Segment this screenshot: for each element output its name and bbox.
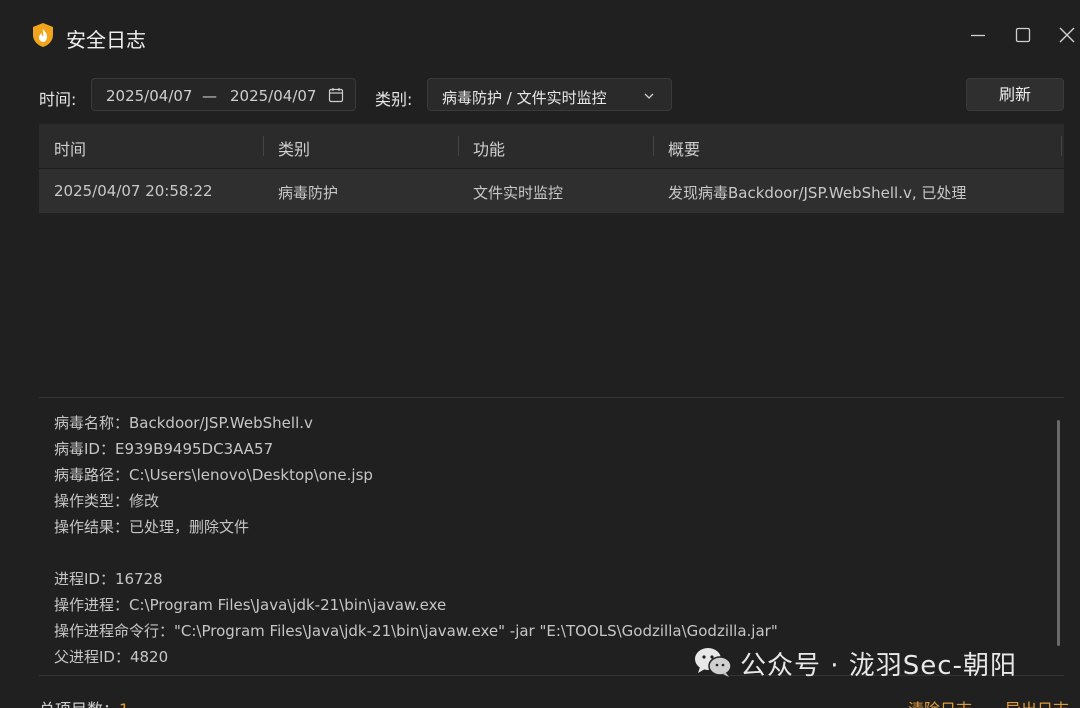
watermark-text: 公众号 · 泷羽Sec-朝阳 — [740, 651, 1017, 681]
detail-virus-id: 病毒ID：E939B9495DC3AA57 — [54, 440, 274, 458]
wechat-icon — [694, 646, 732, 682]
cell-category: 病毒防护 — [278, 184, 339, 202]
detail-virus-name: 病毒名称：Backdoor/JSP.WebShell.v — [54, 414, 313, 432]
column-divider[interactable] — [653, 136, 654, 156]
category-label: 类别: — [375, 90, 413, 109]
log-table: 时间 类别 功能 概要 2025/04/07 20:58:22 病毒防护 文件实… — [39, 124, 1064, 213]
total-label: 总项目数： — [39, 700, 119, 708]
column-header-time[interactable]: 时间 — [54, 136, 86, 160]
cell-time: 2025/04/07 20:58:22 — [54, 182, 213, 200]
date-start[interactable]: 2025/04/07 — [106, 87, 192, 105]
column-divider[interactable] — [263, 136, 264, 156]
table-row[interactable]: 2025/04/07 20:58:22 病毒防护 文件实时监控 发现病毒Back… — [39, 168, 1064, 213]
panel-divider — [39, 397, 1064, 398]
cell-function: 文件实时监控 — [473, 184, 564, 202]
detail-scrollbar[interactable] — [1057, 420, 1060, 646]
detail-cmdline: 操作进程命令行："C:\Program Files\Java\jdk-21\bi… — [54, 622, 778, 640]
maximize-icon[interactable] — [1008, 20, 1038, 50]
chevron-down-icon — [642, 89, 656, 107]
detail-op-result: 操作结果：已处理，删除文件 — [54, 518, 250, 536]
calendar-icon[interactable] — [328, 87, 344, 107]
status-bar: 总项目数：1 清除日志 导出日志 — [0, 692, 1080, 708]
filter-bar: 时间: 2025/04/07 — 2025/04/07 类别: 病毒防护 / 文… — [0, 78, 1080, 112]
table-header: 时间 类别 功能 概要 — [39, 124, 1064, 168]
watermark: 公众号 · 泷羽Sec-朝阳 — [694, 645, 1017, 682]
clear-log-link[interactable]: 清除日志 — [908, 696, 972, 708]
column-header-category[interactable]: 类别 — [278, 136, 310, 160]
window-title: 安全日志 — [66, 28, 146, 52]
category-select-value: 病毒防护 / 文件实时监控 — [442, 89, 607, 107]
date-end[interactable]: 2025/04/07 — [230, 87, 316, 105]
detail-virus-path: 病毒路径：C:\Users\lenovo\Desktop\one.jsp — [54, 466, 373, 484]
detail-panel: 病毒名称：Backdoor/JSP.WebShell.v 病毒ID：E939B9… — [54, 410, 1034, 670]
refresh-button[interactable]: 刷新 — [966, 78, 1064, 111]
column-header-function[interactable]: 功能 — [473, 136, 505, 160]
cell-summary: 发现病毒Backdoor/JSP.WebShell.v, 已处理 — [668, 184, 967, 202]
column-divider[interactable] — [458, 136, 459, 156]
time-label: 时间: — [39, 90, 77, 109]
total-value: 1 — [119, 700, 129, 708]
close-icon[interactable] — [1052, 20, 1080, 50]
total-count: 总项目数：1 — [39, 696, 129, 708]
column-header-summary[interactable]: 概要 — [668, 136, 700, 160]
detail-op-type: 操作类型：修改 — [54, 492, 160, 510]
title-bar: 安全日志 — [0, 0, 1080, 70]
detail-process: 操作进程：C:\Program Files\Java\jdk-21\bin\ja… — [54, 596, 447, 614]
date-separator: — — [202, 87, 217, 105]
export-log-link[interactable]: 导出日志 — [1005, 696, 1069, 708]
detail-spacer — [54, 540, 1034, 566]
flame-shield-icon — [32, 22, 54, 48]
date-range-picker[interactable]: 2025/04/07 — 2025/04/07 — [91, 78, 356, 111]
category-select[interactable]: 病毒防护 / 文件实时监控 — [427, 78, 672, 111]
minimize-icon[interactable] — [963, 20, 993, 50]
detail-pid: 进程ID：16728 — [54, 570, 163, 588]
column-divider[interactable] — [1061, 136, 1062, 156]
